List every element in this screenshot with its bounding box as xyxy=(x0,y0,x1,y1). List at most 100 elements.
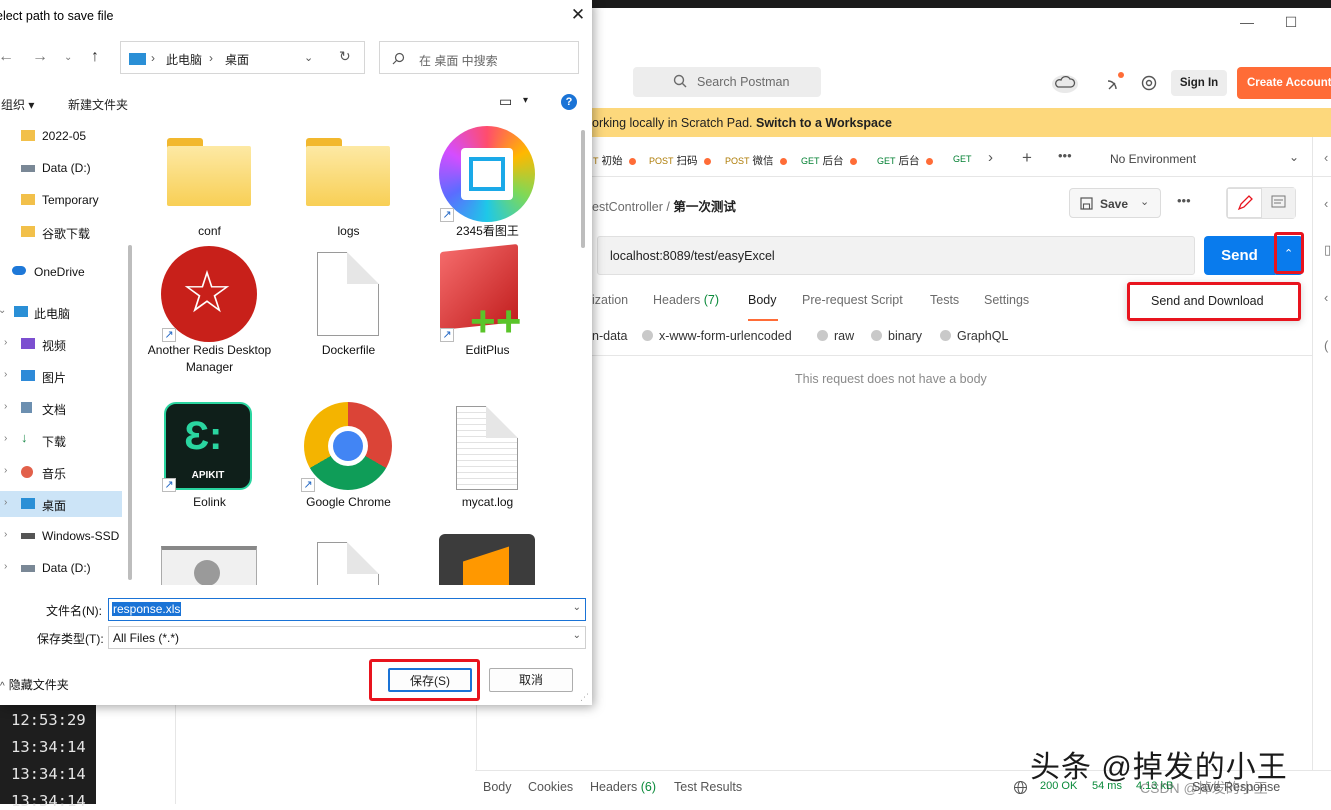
address-segment[interactable]: 桌面 xyxy=(225,51,249,68)
sign-in-button[interactable]: Sign In xyxy=(1171,70,1227,96)
body-type-binary[interactable]: binary xyxy=(871,329,922,343)
up-arrow-icon[interactable]: ↑ xyxy=(91,48,99,66)
nav-item[interactable]: › Data (D:) xyxy=(0,555,122,581)
file-item-editplus[interactable]: ++ ↗ EditPlus xyxy=(418,243,557,394)
nav-item-desktop[interactable]: › 桌面 xyxy=(0,491,122,517)
tab-settings[interactable]: Settings xyxy=(984,293,1029,307)
filetype-select[interactable]: All Files (*.*) ⌄ xyxy=(108,626,586,649)
nav-item[interactable]: 2022-05 xyxy=(0,123,122,149)
file-item-logs[interactable]: logs xyxy=(279,118,418,238)
file-item-mycat-log[interactable]: mycat.log xyxy=(418,400,557,530)
hide-folders-toggle[interactable]: ^ 隐藏文件夹 xyxy=(0,676,69,693)
nav-item[interactable]: › 音乐 xyxy=(0,459,122,485)
chevron-down-icon[interactable]: ⌄ xyxy=(573,602,581,613)
settings-app-icon[interactable] xyxy=(161,546,257,585)
nav-item[interactable]: 谷歌下载 xyxy=(0,219,122,245)
body-type-raw[interactable]: raw xyxy=(817,329,854,343)
nav-item-onedrive[interactable]: OneDrive xyxy=(0,259,122,285)
resize-grip-icon[interactable]: ⋰ xyxy=(580,692,589,703)
more-tabs-icon[interactable]: ••• xyxy=(1058,148,1072,163)
organize-menu[interactable]: 组织 ▾ xyxy=(1,96,34,113)
file-item-dockerfile[interactable]: Dockerfile xyxy=(279,244,418,394)
chevron-down-icon[interactable]: ⌄ xyxy=(304,51,313,64)
create-account-button[interactable]: Create Account xyxy=(1237,67,1331,99)
breadcrumb-parent[interactable]: estController xyxy=(592,200,663,214)
tab-tests[interactable]: Tests xyxy=(930,293,959,307)
send-button[interactable]: Send xyxy=(1204,236,1275,275)
nav-item-this-pc[interactable]: ⌄ 此电脑 xyxy=(0,299,122,325)
new-tab-plus-icon[interactable]: + xyxy=(1022,148,1032,168)
environment-selector[interactable]: No Environment xyxy=(1110,152,1196,166)
tab-body[interactable]: Body xyxy=(748,293,777,307)
nav-item[interactable]: › 图片 xyxy=(0,363,122,389)
more-actions-icon[interactable]: ••• xyxy=(1177,193,1191,208)
address-bar[interactable]: › 此电脑 › 桌面 ⌄ ↻ xyxy=(120,41,365,74)
sublime-text-icon[interactable] xyxy=(439,534,535,585)
recent-chevron-icon[interactable]: ⌄ xyxy=(64,52,72,63)
nav-item[interactable]: › ↓ 下载 xyxy=(0,427,122,453)
cancel-button[interactable]: 取消 xyxy=(489,668,573,692)
body-type-graphql[interactable]: GraphQL xyxy=(940,329,1008,343)
globe-icon[interactable] xyxy=(1013,780,1028,795)
request-tab[interactable]: GET xyxy=(953,153,975,165)
body-type-urlencoded[interactable]: x-www-form-urlencoded xyxy=(642,329,792,343)
close-icon[interactable]: ✕ xyxy=(568,5,588,25)
request-tab[interactable]: GET 后台 xyxy=(801,153,857,168)
response-tab-test-results[interactable]: Test Results xyxy=(674,780,742,794)
url-input[interactable]: localhost:8089/test/easyExcel xyxy=(597,236,1195,275)
refresh-icon[interactable]: ↻ xyxy=(339,48,351,65)
switch-workspace-link[interactable]: Switch to a Workspace xyxy=(756,116,892,130)
tab-authorization[interactable]: ization xyxy=(592,293,628,307)
rail-info-icon[interactable]: ‹ xyxy=(1324,290,1328,305)
forward-arrow-icon[interactable]: → xyxy=(32,48,48,66)
tab-headers[interactable]: Headers (7) xyxy=(653,293,719,307)
rail-chevron-icon[interactable]: ‹ xyxy=(1324,150,1328,165)
save-dropdown-chevron-icon[interactable]: ⌄ xyxy=(1140,195,1149,208)
response-tab-cookies[interactable]: Cookies xyxy=(528,780,573,794)
new-folder-button[interactable]: 新建文件夹 xyxy=(68,96,128,113)
file-item-redis[interactable]: ☆ ↗ Another Redis Desktop Manager xyxy=(140,244,279,394)
document-icon[interactable] xyxy=(317,542,379,585)
tab-pre-request-script[interactable]: Pre-request Script xyxy=(802,293,903,307)
dialog-search-input[interactable]: 在 桌面 中搜索 xyxy=(379,41,579,74)
save-request-button[interactable]: Save ⌄ xyxy=(1069,188,1161,218)
body-type-form-data[interactable]: n-data xyxy=(592,329,627,343)
documentation-icon[interactable] xyxy=(1262,188,1295,218)
rail-code-icon[interactable]: ‹ xyxy=(1324,196,1328,211)
response-tab-body[interactable]: Body xyxy=(483,780,512,794)
minimize-button[interactable]: — xyxy=(1237,14,1257,32)
chevron-down-icon[interactable]: ▾ xyxy=(523,95,528,106)
file-item-eolink[interactable]: Ɛ: APIKIT ↗ Eolink xyxy=(140,400,279,530)
file-item-conf[interactable]: conf xyxy=(140,118,279,238)
nav-item[interactable]: Temporary xyxy=(0,187,122,213)
address-segment[interactable]: 此电脑 xyxy=(166,51,202,68)
search-postman-input[interactable]: Search Postman xyxy=(633,67,821,97)
chevron-right-icon[interactable]: › xyxy=(988,149,993,166)
satellite-icon[interactable] xyxy=(1100,71,1130,95)
response-tab-headers[interactable]: Headers (6) xyxy=(590,780,656,794)
nav-item[interactable]: › 视频 xyxy=(0,331,122,357)
edit-pencil-icon[interactable] xyxy=(1227,188,1262,218)
help-icon[interactable]: ? xyxy=(561,94,577,110)
rail-history-icon[interactable]: ( xyxy=(1324,338,1328,353)
file-scrollbar[interactable] xyxy=(581,130,585,248)
cloud-off-icon[interactable] xyxy=(1050,71,1080,95)
rail-comment-icon[interactable]: ▯ xyxy=(1324,242,1331,258)
request-tab[interactable]: T 初始 xyxy=(593,153,636,168)
settings-gear-icon[interactable] xyxy=(1135,71,1165,95)
request-tab[interactable]: GET 后台 xyxy=(877,153,933,168)
file-item-2345[interactable]: ↗ 2345看图王 xyxy=(418,118,557,238)
request-tab[interactable]: POST 扫码 xyxy=(649,153,711,168)
file-item-chrome[interactable]: ↗ Google Chrome xyxy=(279,400,418,530)
chevron-down-icon[interactable]: ⌄ xyxy=(573,630,581,641)
nav-item[interactable]: › 文档 xyxy=(0,395,122,421)
request-title[interactable]: 第一次测试 xyxy=(673,200,736,214)
nav-item[interactable]: Data (D:) xyxy=(0,155,122,181)
request-tab[interactable]: POST 微信 xyxy=(725,153,787,168)
filename-input[interactable]: response.xls ⌄ xyxy=(108,598,586,621)
back-arrow-icon[interactable]: ← xyxy=(0,48,14,66)
view-mode-icon[interactable]: ▭ xyxy=(499,93,512,110)
nav-item[interactable]: › Windows-SSD xyxy=(0,523,122,549)
nav-scrollbar[interactable] xyxy=(128,245,132,580)
chevron-down-icon[interactable]: ⌄ xyxy=(1289,150,1299,164)
